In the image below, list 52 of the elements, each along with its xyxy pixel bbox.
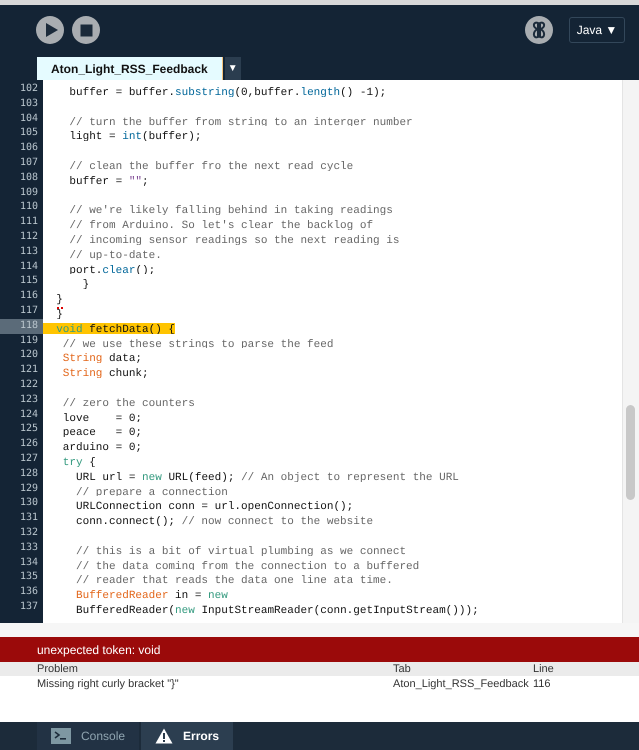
code-line: // zero the counters: [62, 396, 195, 412]
code-line: buffer = buffer.substring(0,buffer.length() -1);: [68, 86, 386, 101]
code-line: try {: [62, 456, 96, 471]
code-line: URLConnection conn = url.openConnection();: [75, 500, 354, 516]
code-line: love = 0;: [62, 412, 142, 426]
code-line: String data;: [62, 352, 142, 368]
code-line: // reader that reads the data one line ata time.: [75, 574, 393, 590]
code-line: // incoming sensor readings so the next reading is: [68, 234, 400, 249]
code-line: // clean the buffer fro the next read cycle: [68, 160, 354, 175]
code-line: // from Arduino. So let's clear the backlog of: [68, 219, 374, 234]
code-line: light = int(buffer);: [68, 130, 202, 146]
code-line: conn.connect(); // now connect to the website: [75, 515, 374, 530]
warning-icon: [155, 728, 174, 744]
console-tab[interactable]: Console: [37, 722, 140, 750]
code-line: URL url = new URL(feed); // An object to represent the URL: [75, 470, 459, 486]
column-header: Problem: [36, 663, 79, 675]
code-line: // we use these strings to parse the feed: [62, 338, 334, 352]
sketch-tab[interactable]: Aton_Light_RSS_Feedback: [37, 57, 223, 80]
column-header: Line: [533, 663, 554, 675]
code-line: // turn the buffer from string to an interger number: [68, 116, 413, 130]
play-icon: [44, 22, 58, 38]
code-line: buffer = "";: [68, 174, 149, 190]
code-line: }: [43, 293, 63, 308]
tab-menu-button[interactable]: ▼: [224, 57, 241, 80]
code-line: }: [55, 308, 63, 323]
table-cell-text: Aton_Light_RSS_Feedback: [393, 678, 530, 690]
code-line: }: [82, 278, 90, 294]
code-line: BufferedReader(new InputStreamReader(conn.getInputStream()));: [75, 604, 479, 619]
terminal-icon: [51, 728, 71, 744]
line-number: 118: [0, 318, 43, 334]
debugger-button[interactable]: [525, 16, 553, 44]
butterfly-icon: [530, 20, 548, 40]
table-cell: 116: [533, 678, 551, 690]
code-line: BufferedReader in = new: [75, 589, 228, 604]
code-line: peace = 0;: [62, 426, 142, 442]
error-message: unexpected token: void: [37, 642, 160, 656]
code-line: // prepare a connection: [75, 486, 228, 500]
stop-icon: [80, 24, 92, 36]
code-line: // up-to-date.: [68, 248, 162, 264]
scrollbar-thumb[interactable]: [626, 405, 635, 500]
code-line: String chunk;: [62, 367, 149, 382]
code-line: // this is a bit of virtual plumbing as we connect: [75, 544, 406, 560]
mode-dropdown[interactable]: Java ▼: [569, 17, 625, 43]
column-header: Tab: [393, 663, 412, 675]
code-line: arduino = 0;: [62, 441, 142, 456]
table-cell-text: Missing right curly bracket "}": [36, 678, 180, 690]
errors-tab[interactable]: Errors: [141, 722, 234, 750]
code-line: // we're likely falling behind in taking readings: [68, 204, 393, 220]
run-button[interactable]: [36, 16, 64, 44]
horizontal-scrollbar[interactable]: [0, 623, 639, 637]
stop-button[interactable]: [72, 16, 100, 44]
code-line: // the data coming from the connection to a buffered: [75, 560, 420, 574]
